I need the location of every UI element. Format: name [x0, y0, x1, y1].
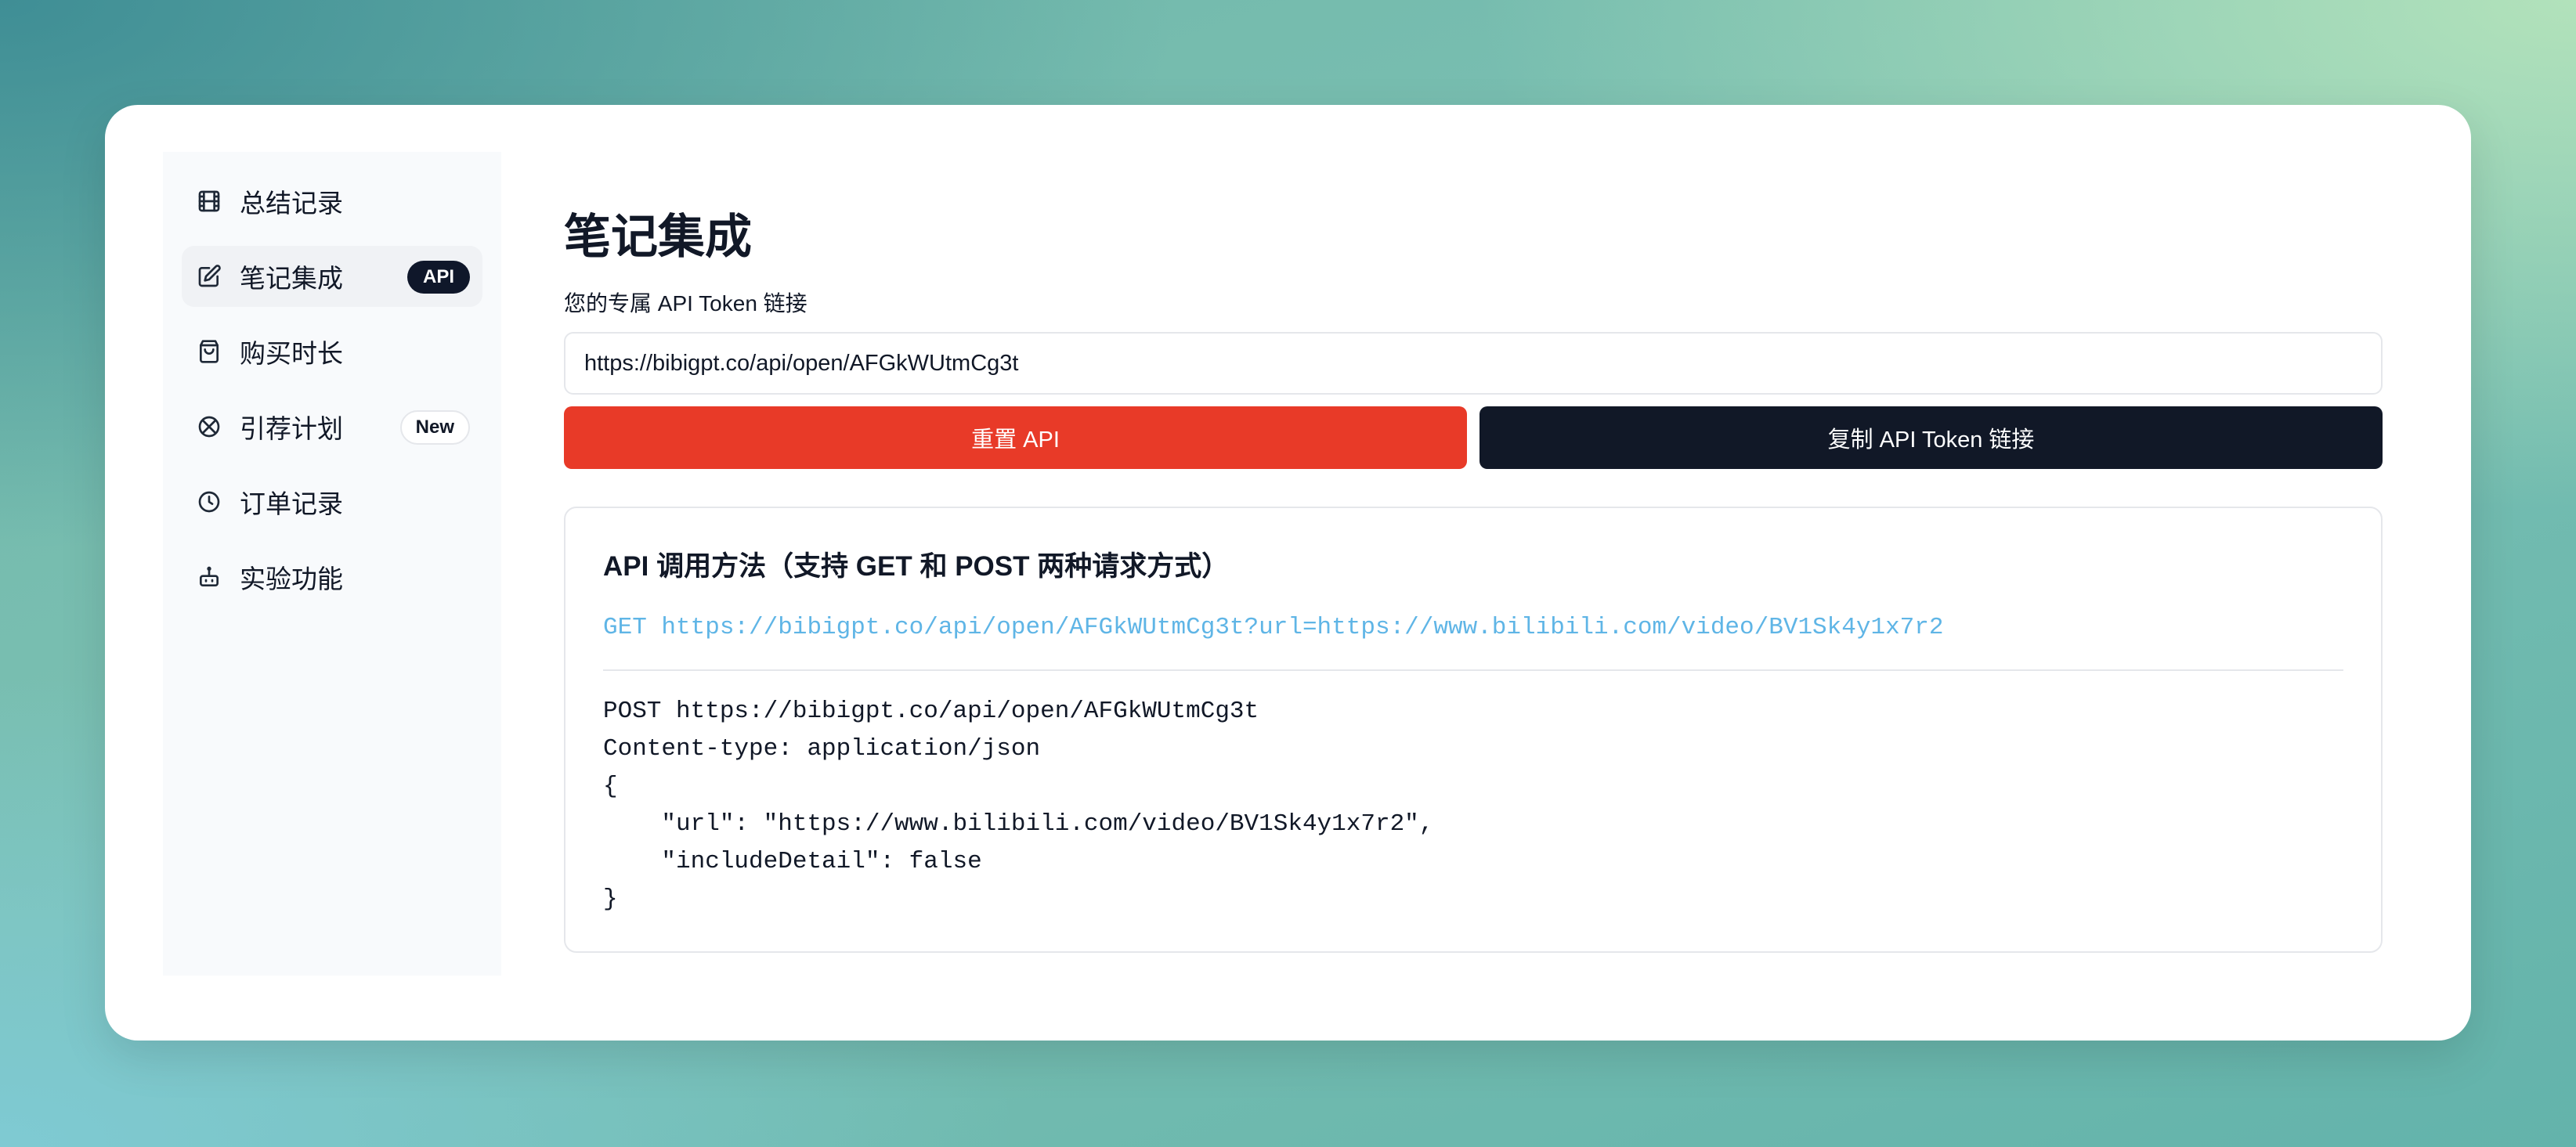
bot-icon: [196, 564, 222, 590]
sidebar-item-label: 实验功能: [240, 564, 343, 593]
api-usage-panel: API 调用方法（支持 GET 和 POST 两种请求方式） GET https…: [564, 507, 2383, 953]
reset-api-button[interactable]: 重置 API: [564, 406, 1467, 469]
api-token-input[interactable]: [564, 332, 2383, 395]
sidebar-item-purchase-time[interactable]: 购买时长: [182, 321, 482, 382]
new-badge: New: [399, 410, 470, 445]
sidebar-item-summary-records[interactable]: 总结记录: [182, 171, 482, 232]
sidebar: 总结记录 笔记集成 API 购买时长 引荐计划 New 订单记录 实验功能: [163, 152, 501, 976]
code-line: {: [603, 773, 618, 800]
sidebar-item-referral-plan[interactable]: 引荐计划 New: [182, 396, 482, 457]
sidebar-item-label: 总结记录: [240, 189, 343, 218]
code-line: POST https://bibigpt.co/api/open/AFGkWUt…: [603, 698, 1259, 725]
main-card: 总结记录 笔记集成 API 购买时长 引荐计划 New 订单记录 实验功能 笔记…: [105, 105, 2471, 1041]
divider: [603, 669, 2343, 671]
referral-icon: [196, 413, 222, 440]
api-badge: API: [406, 261, 470, 294]
code-line: "includeDetail": false: [603, 848, 982, 875]
sidebar-item-label: 引荐计划: [240, 414, 343, 443]
main-content: 笔记集成 您的专属 API Token 链接 重置 API 复制 API Tok…: [564, 105, 2383, 1041]
shopping-bag-icon: [196, 338, 222, 365]
sidebar-item-experimental[interactable]: 实验功能: [182, 546, 482, 608]
sidebar-item-label: 笔记集成: [240, 264, 343, 293]
sidebar-item-label: 订单记录: [240, 489, 343, 518]
copy-token-button[interactable]: 复制 API Token 链接: [1479, 406, 2383, 469]
code-line: Content-type: application/json: [603, 735, 1041, 763]
usage-title: API 调用方法（支持 GET 和 POST 两种请求方式）: [603, 551, 1230, 582]
clock-icon: [196, 489, 222, 515]
token-label: 您的专属 API Token 链接: [564, 291, 807, 316]
sidebar-item-order-records[interactable]: 订单记录: [182, 471, 482, 532]
get-request-link[interactable]: GET https://bibigpt.co/api/open/AFGkWUtm…: [603, 614, 1943, 641]
edit-icon: [196, 263, 222, 290]
post-request-code: POST https://bibigpt.co/api/open/AFGkWUt…: [603, 693, 1433, 918]
sidebar-item-note-integration[interactable]: 笔记集成 API: [182, 246, 482, 307]
page-title: 笔记集成: [564, 211, 752, 263]
film-icon: [196, 188, 222, 215]
code-line: "url": "https://www.bilibili.com/video/B…: [603, 810, 1434, 838]
code-line: }: [603, 885, 618, 913]
sidebar-item-label: 购买时长: [240, 339, 343, 368]
